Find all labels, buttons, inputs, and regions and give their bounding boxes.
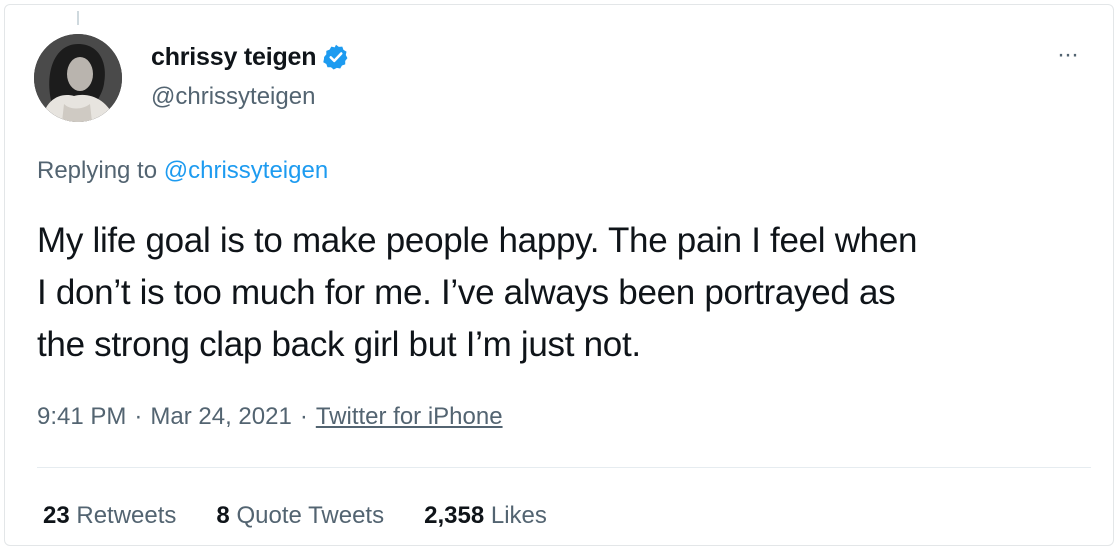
retweets-stat[interactable]: 23 Retweets (43, 502, 176, 530)
meta-separator: · (134, 403, 143, 430)
more-options-icon[interactable]: ··· (1057, 41, 1079, 69)
likes-label: Likes (490, 502, 547, 529)
thread-line (77, 11, 79, 25)
tweet-source-link[interactable]: Twitter for iPhone (316, 403, 503, 431)
display-name[interactable]: chrissy teigen (151, 43, 317, 72)
replying-to: Replying to @chrissyteigen (37, 157, 328, 185)
quote-tweets-label: Quote Tweets (236, 502, 385, 529)
tweet-card: chrissy teigen @chrissyteigen ··· Replyi… (4, 4, 1114, 546)
engagement-stats: 23 Retweets 8 Quote Tweets 2,358 Likes (43, 502, 587, 530)
retweets-count: 23 (43, 502, 70, 529)
tweet-header: chrissy teigen @chrissyteigen (151, 41, 350, 111)
tweet-date[interactable]: Mar 24, 2021 (150, 403, 291, 431)
divider (37, 467, 1091, 468)
avatar-photo (34, 34, 122, 122)
tweet-text: My life goal is to make people happy. Th… (37, 221, 918, 364)
replying-to-label: Replying to (37, 157, 164, 184)
avatar[interactable] (34, 34, 122, 122)
retweets-label: Retweets (76, 502, 177, 529)
likes-stat[interactable]: 2,358 Likes (424, 502, 547, 530)
quote-tweets-count: 8 (216, 502, 230, 529)
user-handle[interactable]: @chrissyteigen (151, 83, 350, 111)
tweet-metadata: 9:41 PM · Mar 24, 2021 · Twitter for iPh… (37, 403, 503, 431)
quote-tweets-stat[interactable]: 8 Quote Tweets (216, 502, 384, 530)
verified-badge-icon (322, 43, 350, 71)
reply-mention-link[interactable]: @chrissyteigen (164, 157, 328, 184)
likes-count: 2,358 (424, 502, 485, 529)
tweet-time[interactable]: 9:41 PM (37, 403, 126, 431)
name-row: chrissy teigen (151, 41, 350, 73)
meta-separator: · (299, 403, 308, 430)
